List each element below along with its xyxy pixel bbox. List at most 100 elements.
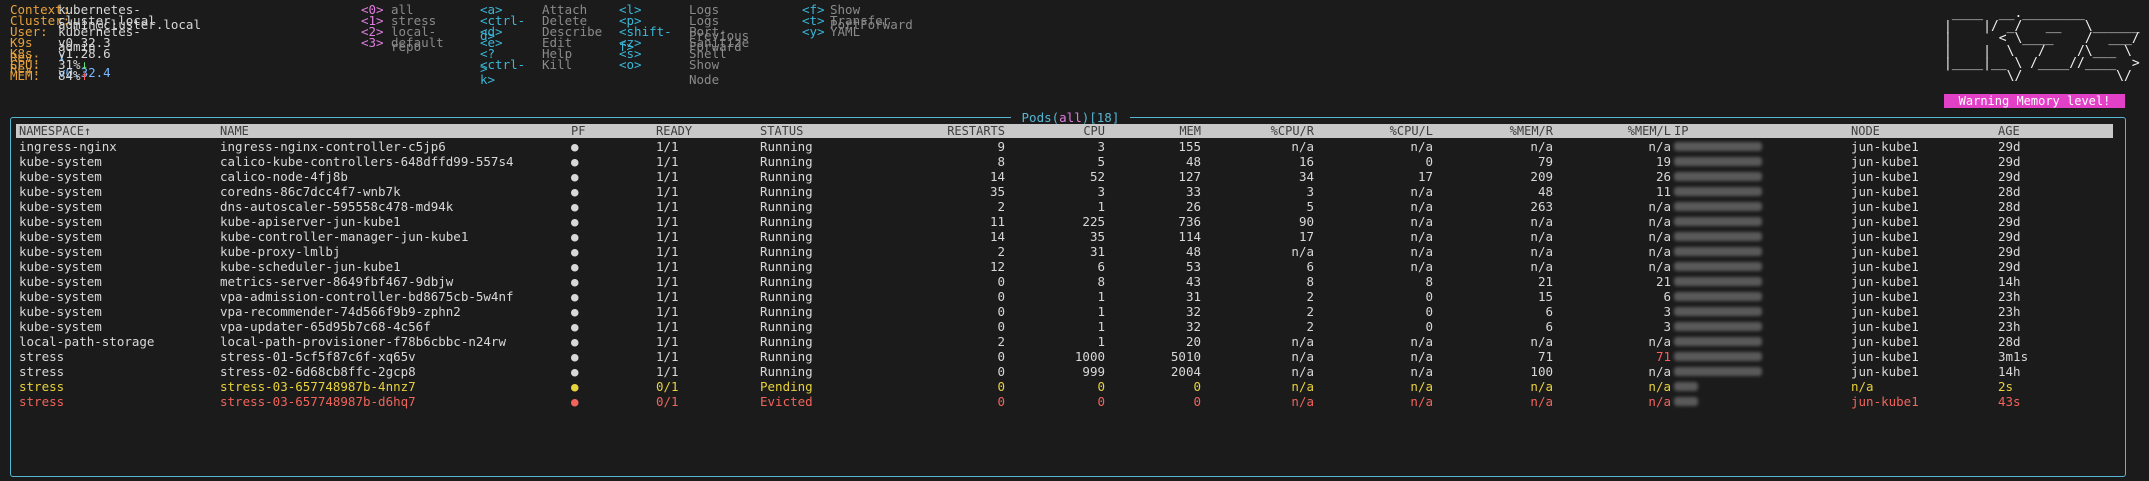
cell-node: jun-kube1 bbox=[1851, 394, 1919, 409]
cell-ns: kube-system bbox=[19, 154, 102, 169]
cell-name: local-path-provisioner-f78b6cbbc-n24rw bbox=[220, 334, 506, 349]
cell-age: 14h bbox=[1998, 364, 2021, 379]
cell-pf: ● bbox=[571, 139, 579, 154]
cell-ns: kube-system bbox=[19, 274, 102, 289]
cell-mem: 20 bbox=[1185, 334, 1201, 349]
cell-status: Running bbox=[760, 274, 813, 289]
table-row[interactable]: kube-system vpa-admission-controller-bd86… bbox=[16, 289, 2113, 304]
cell-memr: 100 bbox=[1530, 364, 1553, 379]
cell-pf: ● bbox=[571, 394, 579, 409]
column-header[interactable]: NAMESPACE↑ bbox=[19, 124, 91, 138]
table-row[interactable]: kube-system kube-proxy-lmlbj ● 1/1 Running 2 3… bbox=[16, 244, 2113, 259]
hotkey: <y> bbox=[802, 24, 825, 39]
cell-ns: stress bbox=[19, 394, 65, 409]
column-header[interactable]: %MEM/L bbox=[1566, 124, 1671, 138]
table-row[interactable]: stress stress-03-657748987b-d6hq7 ● 0/1 Evic… bbox=[16, 394, 2113, 409]
column-header[interactable]: READY bbox=[656, 124, 692, 138]
table-row[interactable]: kube-system calico-node-4fj8b ● 1/1 Running 1… bbox=[16, 169, 2113, 184]
ip-redacted bbox=[1674, 202, 1762, 211]
cell-status: Running bbox=[760, 319, 813, 334]
cell-restarts: 2 bbox=[997, 244, 1005, 259]
cell-status: Running bbox=[760, 364, 813, 379]
table-row[interactable]: kube-system vpa-recommender-74d566f9b9-zp… bbox=[16, 304, 2113, 319]
column-header[interactable]: NAME bbox=[220, 124, 249, 138]
column-header[interactable]: AGE bbox=[1998, 124, 2020, 138]
cell-age: 23h bbox=[1998, 304, 2021, 319]
column-header[interactable]: %CPU/R bbox=[1216, 124, 1314, 138]
cell-restarts: 14 bbox=[989, 169, 1005, 184]
ip-redacted bbox=[1674, 142, 1762, 151]
cell-memr: n/a bbox=[1530, 379, 1553, 394]
column-header[interactable]: IP bbox=[1674, 124, 1688, 138]
cell-mem: 0 bbox=[1193, 379, 1201, 394]
table-row[interactable]: kube-system kube-apiserver-jun-kube1 ● 1/1 R… bbox=[16, 214, 2113, 229]
column-header[interactable]: MEM bbox=[1116, 124, 1201, 138]
cell-age: 2s bbox=[1998, 379, 2014, 394]
cell-memr: 263 bbox=[1530, 199, 1553, 214]
cell-node: jun-kube1 bbox=[1851, 349, 1919, 364]
table-row[interactable]: local-path-storage local-path-provisioner… bbox=[16, 334, 2113, 349]
cell-cpur: 16 bbox=[1298, 154, 1314, 169]
cell-cpul: n/a bbox=[1410, 259, 1433, 274]
cell-name: ingress-nginx-controller-c5jp6 bbox=[220, 139, 446, 154]
cell-cpur: n/a bbox=[1291, 394, 1314, 409]
cell-meml: n/a bbox=[1648, 139, 1671, 154]
table-row[interactable]: kube-system kube-controller-manager-jun-k… bbox=[16, 229, 2113, 244]
cell-cpu: 1 bbox=[1097, 334, 1105, 349]
cell-ns: kube-system bbox=[19, 244, 102, 259]
column-header[interactable]: NODE bbox=[1851, 124, 1880, 138]
column-header[interactable]: PF bbox=[571, 124, 585, 138]
cell-restarts: 0 bbox=[997, 364, 1005, 379]
cell-cpu: 1 bbox=[1097, 199, 1105, 214]
ip-redacted bbox=[1674, 262, 1762, 271]
column-header[interactable]: %CPU/L bbox=[1326, 124, 1433, 138]
table-row[interactable]: stress stress-03-657748987b-4nnz7 ● 0/1 Pend… bbox=[16, 379, 2113, 394]
cell-cpul: n/a bbox=[1410, 334, 1433, 349]
table-row[interactable]: kube-system vpa-updater-65d95b7c68-4c56f ●… bbox=[16, 319, 2113, 334]
cell-cpur: 5 bbox=[1306, 199, 1314, 214]
table-row[interactable]: stress stress-02-6d68cb8ffc-2gcp8 ● 1/1 Runn… bbox=[16, 364, 2113, 379]
cell-cpur: n/a bbox=[1291, 349, 1314, 364]
column-header[interactable]: STATUS bbox=[760, 124, 803, 138]
cell-status: Running bbox=[760, 244, 813, 259]
cell-age: 28d bbox=[1998, 199, 2021, 214]
table-row[interactable]: kube-system kube-scheduler-jun-kube1 ● 1/1 R… bbox=[16, 259, 2113, 274]
cell-cpu: 1 bbox=[1097, 304, 1105, 319]
trend-up-icon: ↑ bbox=[80, 68, 89, 83]
cell-ns: kube-system bbox=[19, 229, 102, 244]
table-row[interactable]: kube-system calico-kube-controllers-648df… bbox=[16, 154, 2113, 169]
cell-mem: 48 bbox=[1185, 244, 1201, 259]
cell-node: jun-kube1 bbox=[1851, 274, 1919, 289]
cell-mem: 114 bbox=[1178, 229, 1201, 244]
cell-cpur: n/a bbox=[1291, 379, 1314, 394]
cell-pf: ● bbox=[571, 379, 579, 394]
cell-mem: 2004 bbox=[1170, 364, 1201, 379]
cell-meml: n/a bbox=[1648, 199, 1671, 214]
cell-meml: n/a bbox=[1648, 214, 1671, 229]
ip-redacted bbox=[1674, 217, 1762, 226]
cell-cpur: 6 bbox=[1306, 259, 1314, 274]
table-row[interactable]: kube-system metrics-server-8649fbf467-9db… bbox=[16, 274, 2113, 289]
cell-ready: 1/1 bbox=[656, 349, 679, 364]
cell-cpu: 1 bbox=[1097, 289, 1105, 304]
cell-cpur: 90 bbox=[1298, 214, 1314, 229]
k9s-logo: ____ __.________ | |/ _/ __ \______ | < … bbox=[1944, 6, 2140, 84]
cell-ready: 0/1 bbox=[656, 394, 679, 409]
namespace-filter: all bbox=[1059, 110, 1082, 125]
cell-age: 23h bbox=[1998, 289, 2021, 304]
cell-status: Running bbox=[760, 139, 813, 154]
table-row[interactable]: ingress-nginx ingress-nginx-controller-c5… bbox=[16, 139, 2113, 154]
table-row[interactable]: kube-system dns-autoscaler-595558c478-md9… bbox=[16, 199, 2113, 214]
table-row[interactable]: stress stress-01-5cf5f87c6f-xq65v ● 1/1 Runn… bbox=[16, 349, 2113, 364]
cell-restarts: 0 bbox=[997, 304, 1005, 319]
cell-ns: kube-system bbox=[19, 259, 102, 274]
column-header[interactable]: %MEM/R bbox=[1446, 124, 1553, 138]
cell-meml: 3 bbox=[1663, 319, 1671, 334]
cell-status: Running bbox=[760, 259, 813, 274]
cell-pf: ● bbox=[571, 259, 579, 274]
column-header[interactable]: CPU bbox=[1016, 124, 1105, 138]
table-row[interactable]: kube-system coredns-86c7dcc4f7-wnb7k ● 1/1 R… bbox=[16, 184, 2113, 199]
column-header[interactable]: RESTARTS bbox=[886, 124, 1005, 138]
cell-cpul: 0 bbox=[1425, 319, 1433, 334]
cell-cpul: n/a bbox=[1410, 394, 1433, 409]
